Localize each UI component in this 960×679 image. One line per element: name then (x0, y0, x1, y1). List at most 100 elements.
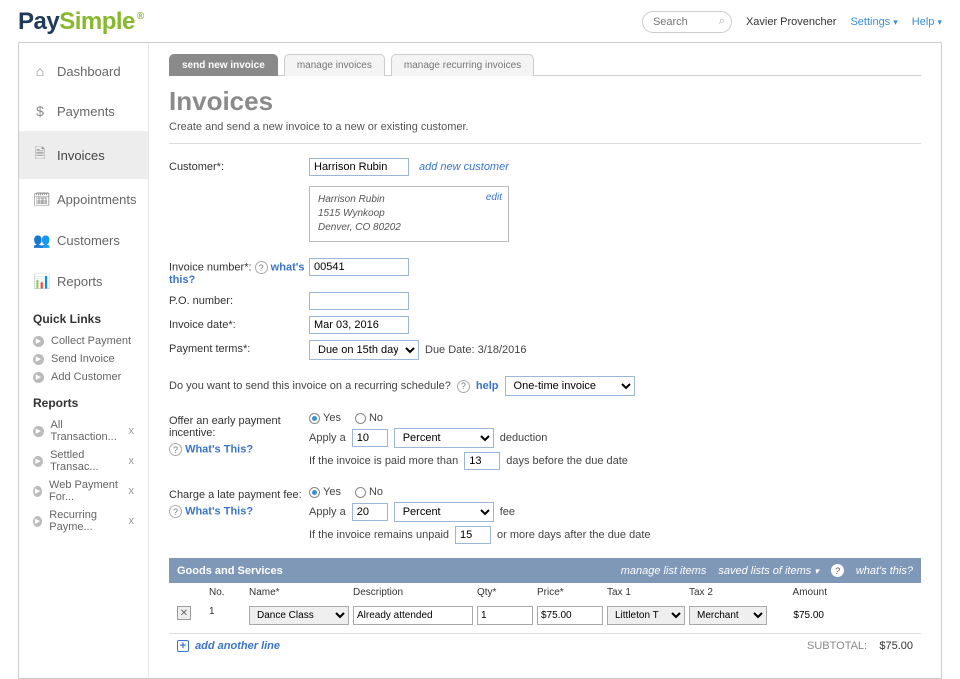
recurring-select[interactable]: One-time invoice (505, 376, 635, 396)
page-subtitle: Create and send a new invoice to a new o… (169, 121, 921, 144)
whats-this-link[interactable]: What's This? (185, 444, 253, 456)
sidebar: ⌂ Dashboard $ Payments 🗎 Invoices 🗓 Appo… (19, 43, 149, 678)
remove-report-icon[interactable]: x (129, 425, 135, 437)
logo-reg-icon: ® (137, 11, 144, 22)
saved-lists-link[interactable]: saved lists of items ▾ (718, 565, 819, 577)
line-price-input[interactable] (537, 606, 603, 625)
late-amount-input[interactable] (352, 503, 388, 521)
label-late-fee: Charge a late payment fee: ? What's This… (169, 486, 309, 518)
quick-add-customer[interactable]: ▶Add Customer (19, 368, 148, 386)
sidebar-item-appointments[interactable]: 🗓 Appointments (19, 179, 148, 220)
bullet-icon: ▶ (33, 456, 43, 467)
col-desc: Description (353, 587, 473, 598)
line-qty-input[interactable] (477, 606, 533, 625)
row-early-incentive: Offer an early payment incentive: ? What… (169, 412, 921, 470)
edit-customer-link[interactable]: edit (486, 191, 502, 205)
remove-report-icon[interactable]: x (129, 455, 135, 467)
file-icon: 🗎 (33, 143, 47, 167)
sidebar-item-reports[interactable]: 📊 Reports (19, 261, 148, 302)
line-tax2-select[interactable]: Merchant (689, 606, 767, 625)
sidebar-item-customers[interactable]: 👥 Customers (19, 220, 148, 261)
sidebar-item-payments[interactable]: $ Payments (19, 91, 148, 131)
early-amount-input[interactable] (352, 429, 388, 447)
settings-link[interactable]: Settings ▾ (850, 16, 897, 28)
remove-report-icon[interactable]: x (129, 515, 135, 527)
logo: Pay Simple ® (18, 8, 144, 36)
invoice-number-input[interactable] (309, 258, 409, 276)
row-po-number: P.O. number: (169, 292, 921, 310)
tabs: send new invoice manage invoices manage … (169, 53, 921, 76)
search-icon[interactable]: ⌕ (719, 15, 725, 28)
help-link[interactable]: help (476, 380, 499, 392)
fee-suffix: fee (500, 506, 515, 518)
col-tax2: Tax 2 (689, 587, 767, 598)
report-row[interactable]: ▶All Transaction...x (19, 416, 148, 446)
report-row[interactable]: ▶Settled Transac...x (19, 446, 148, 476)
late-unit-select[interactable]: Percent (394, 502, 494, 522)
early-yes-radio[interactable]: Yes (309, 412, 341, 424)
topbar: Pay Simple ® ⌕ Xavier Provencher Setting… (0, 0, 960, 42)
manage-list-items-link[interactable]: manage list items (621, 565, 707, 577)
col-price: Price* (537, 587, 603, 598)
late-yes-radio[interactable]: Yes (309, 486, 341, 498)
row-late-fee: Charge a late payment fee: ? What's This… (169, 486, 921, 544)
whats-this-link[interactable]: What's This? (185, 506, 253, 518)
apply-a-label: Apply a (309, 506, 346, 518)
report-row[interactable]: ▶Web Payment For...x (19, 476, 148, 506)
help-icon[interactable]: ? (255, 261, 268, 274)
gs-bottom: + add another line SUBTOTAL: $75.00 (169, 633, 921, 658)
po-number-input[interactable] (309, 292, 409, 310)
customer-card-name: Harrison Rubin (318, 193, 500, 207)
label-invoice-date: Invoice date*: (169, 316, 309, 331)
gs-column-headers: No. Name* Description Qty* Price* Tax 1 … (169, 583, 921, 602)
remove-report-icon[interactable]: x (129, 485, 135, 497)
add-new-customer-link[interactable]: add new customer (419, 161, 509, 173)
tab-send-new-invoice[interactable]: send new invoice (169, 54, 278, 76)
row-recurring: Do you want to send this invoice on a re… (169, 376, 921, 396)
quick-send-invoice[interactable]: ▶Send Invoice (19, 350, 148, 368)
user-name: Xavier Provencher (746, 16, 837, 28)
customer-input[interactable] (309, 158, 409, 176)
page-title: Invoices (169, 86, 921, 117)
line-tax1-select[interactable]: Littleton T (607, 606, 685, 625)
help-icon[interactable]: ? (169, 505, 182, 518)
col-amount: Amount (771, 587, 827, 598)
help-icon[interactable]: ? (169, 443, 182, 456)
report-row[interactable]: ▶Recurring Payme...x (19, 506, 148, 536)
tab-manage-invoices[interactable]: manage invoices (284, 54, 385, 76)
delete-line-icon[interactable]: ✕ (177, 606, 191, 620)
late-no-radio[interactable]: No (355, 486, 383, 498)
line-name-select[interactable]: Dance Class (249, 606, 349, 625)
line-no: 1 (209, 606, 245, 625)
bullet-icon: ▶ (33, 336, 44, 347)
line-desc-input[interactable] (353, 606, 473, 625)
home-icon: ⌂ (33, 63, 47, 79)
col-no: No. (209, 587, 245, 598)
early-unit-select[interactable]: Percent (394, 428, 494, 448)
sidebar-item-label: Reports (57, 274, 103, 289)
sidebar-item-dashboard[interactable]: ⌂ Dashboard (19, 51, 148, 91)
help-icon[interactable]: ? (457, 380, 470, 393)
early-no-radio[interactable]: No (355, 412, 383, 424)
help-link[interactable]: Help ▾ (912, 16, 942, 28)
early-days-input[interactable] (464, 452, 500, 470)
quick-collect-payment[interactable]: ▶Collect Payment (19, 332, 148, 350)
sidebar-item-label: Dashboard (57, 64, 121, 79)
label-payment-terms: Payment terms*: (169, 340, 309, 355)
goods-services-header: Goods and Services manage list items sav… (169, 558, 921, 583)
label-invoice-number: Invoice number*: ? what's this? (169, 258, 309, 286)
col-tax1: Tax 1 (607, 587, 685, 598)
dollar-icon: $ (33, 103, 47, 119)
sidebar-item-invoices[interactable]: 🗎 Invoices (19, 131, 148, 179)
customer-card: edit Harrison Rubin 1515 Wynkoop Denver,… (309, 186, 509, 242)
logo-simple: Simple (59, 8, 135, 36)
help-icon[interactable]: ? (831, 564, 844, 577)
bars-icon: 📊 (33, 273, 47, 290)
add-another-line-link[interactable]: + add another line (177, 640, 280, 652)
payment-terms-select[interactable]: Due on 15th day (309, 340, 419, 360)
late-days-input[interactable] (455, 526, 491, 544)
early-note-prefix: If the invoice is paid more than (309, 455, 458, 467)
invoice-date-input[interactable] (309, 316, 409, 334)
tab-manage-recurring[interactable]: manage recurring invoices (391, 54, 534, 76)
whats-this-link[interactable]: what's this? (856, 565, 913, 577)
